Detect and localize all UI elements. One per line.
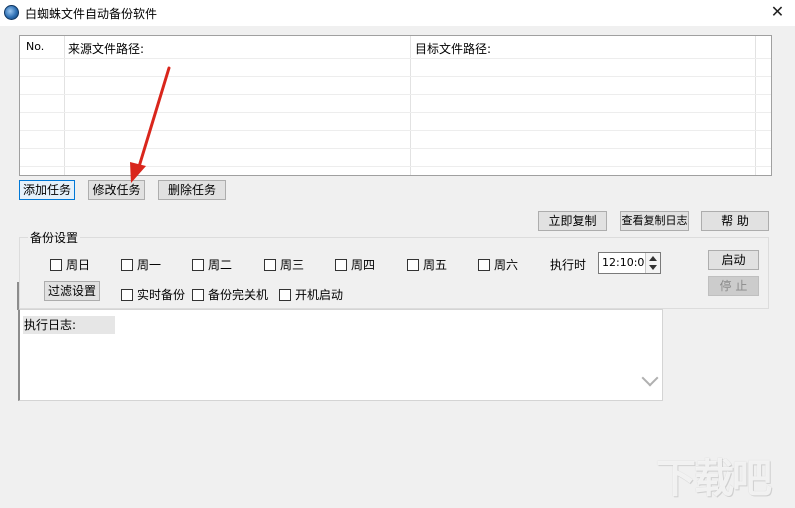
- arrow-shaft: [136, 66, 171, 172]
- arrow-head: [130, 162, 146, 183]
- watermark-logo: 下载吧: [656, 456, 772, 502]
- red-arrow-annotation: [130, 66, 171, 183]
